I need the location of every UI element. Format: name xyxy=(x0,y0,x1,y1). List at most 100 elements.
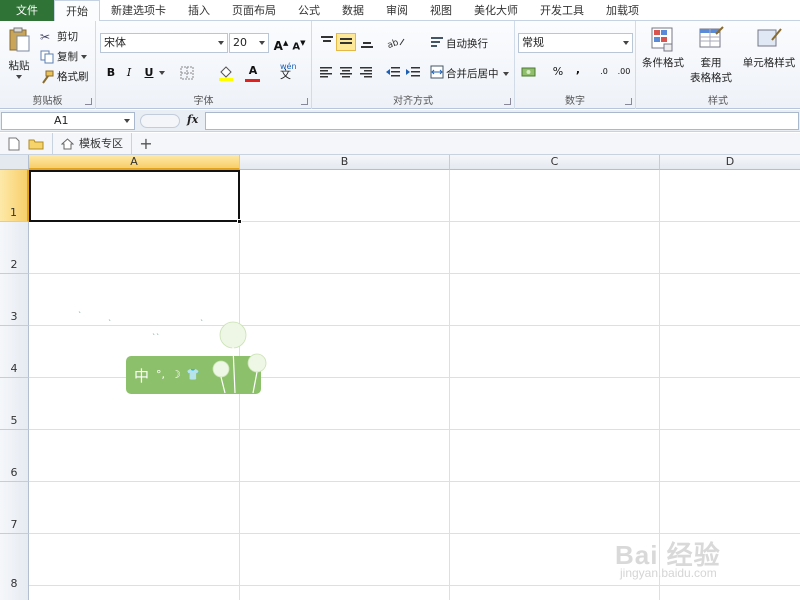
clipboard-launcher[interactable] xyxy=(85,98,92,105)
grid-line xyxy=(29,273,800,274)
copy-button[interactable]: 复制 xyxy=(40,49,87,64)
tab-data[interactable]: 数据 xyxy=(331,0,375,21)
paste-button[interactable]: 粘贴 xyxy=(6,27,32,81)
align-bottom-icon[interactable] xyxy=(360,37,374,49)
phonetic-button[interactable]: wén 文 xyxy=(280,63,297,81)
new-document-icon[interactable] xyxy=(8,137,20,151)
format-as-table-label-2: 表格格式 xyxy=(690,72,732,84)
tab-new[interactable]: 新建选项卡 xyxy=(100,0,177,21)
column-header-b[interactable]: B xyxy=(240,155,450,170)
comma-button[interactable]: , xyxy=(569,61,587,79)
increase-decimal-button[interactable]: .0 xyxy=(595,63,613,81)
cell-styles-label: 单元格样式 xyxy=(742,57,796,69)
row-number: 6 xyxy=(10,466,18,479)
font-color-swatch xyxy=(245,79,260,82)
orientation-icon[interactable]: ab xyxy=(386,35,406,49)
shrink-font-button[interactable]: A▼ xyxy=(290,34,308,52)
format-painter-button[interactable]: 格式刷 xyxy=(40,69,89,84)
tab-developer[interactable]: 开发工具 xyxy=(529,0,595,21)
grow-font-button[interactable]: A▲ xyxy=(272,34,290,53)
tab-page-layout[interactable]: 页面布局 xyxy=(221,0,287,21)
border-icon[interactable] xyxy=(180,66,194,80)
row-header-4[interactable]: 4 xyxy=(0,326,29,378)
add-sheet-button[interactable]: + xyxy=(135,133,157,155)
tab-insert[interactable]: 插入 xyxy=(177,0,221,21)
number-launcher[interactable] xyxy=(625,98,632,105)
align-middle-button[interactable] xyxy=(336,33,356,51)
sheet-tab-label: 模板专区 xyxy=(79,137,123,150)
column-header-d[interactable]: D xyxy=(660,155,800,170)
percent-button[interactable]: % xyxy=(549,63,567,81)
selected-cell-a1[interactable] xyxy=(29,170,242,224)
align-center-icon[interactable] xyxy=(340,66,353,78)
fill-handle[interactable] xyxy=(237,219,242,224)
tab-formulas[interactable]: 公式 xyxy=(287,0,331,21)
column-header-c[interactable]: C xyxy=(450,155,660,170)
format-as-table-label-1: 套用 xyxy=(700,57,722,69)
column-header-a[interactable]: A xyxy=(29,155,240,170)
svg-text:ab: ab xyxy=(386,38,400,49)
underline-dropdown-arrow[interactable] xyxy=(159,71,165,75)
fill-color-icon[interactable] xyxy=(218,64,234,82)
font-size-combo[interactable]: 20 xyxy=(229,33,269,53)
tab-home[interactable]: 开始 xyxy=(54,0,100,22)
ime-mode-toggle[interactable]: 中 xyxy=(134,365,149,386)
row-header-8[interactable]: 8 xyxy=(0,534,29,600)
merge-dropdown-arrow[interactable] xyxy=(502,71,509,76)
number-format-combo[interactable]: 常规 xyxy=(518,33,633,53)
formula-divider-handle[interactable] xyxy=(140,114,180,128)
row-header-7[interactable]: 7 xyxy=(0,482,29,534)
tab-beautify[interactable]: 美化大师 xyxy=(463,0,529,21)
alignment-group-label: 对齐方式 xyxy=(393,96,433,107)
ime-skin-button[interactable]: 👕 xyxy=(186,368,200,381)
format-as-table-button[interactable]: 套用 表格格式 xyxy=(687,26,735,85)
currency-icon[interactable] xyxy=(521,65,537,79)
decrease-decimal-button[interactable]: .00 xyxy=(615,63,633,81)
ime-halfwidth-toggle[interactable]: ☽ xyxy=(171,368,181,381)
tab-file[interactable]: 文件 xyxy=(0,0,54,21)
formula-input[interactable] xyxy=(205,112,799,130)
copy-dropdown-arrow[interactable] xyxy=(81,54,87,59)
tab-addins[interactable]: 加载项 xyxy=(595,0,650,21)
folder-icon[interactable] xyxy=(28,138,44,150)
row-header-2[interactable]: 2 xyxy=(0,222,29,274)
align-right-icon[interactable] xyxy=(360,66,373,78)
paste-dropdown-arrow[interactable] xyxy=(16,75,22,79)
align-top-icon[interactable] xyxy=(320,35,334,47)
font-launcher[interactable] xyxy=(301,98,308,105)
alignment-launcher[interactable] xyxy=(504,98,511,105)
increase-indent-icon[interactable] xyxy=(406,66,420,78)
format-painter-label: 格式刷 xyxy=(57,71,89,83)
merge-center-button[interactable]: 合并后居中 xyxy=(446,66,509,81)
ime-punctuation-toggle[interactable]: °, xyxy=(156,368,165,381)
italic-button[interactable]: I xyxy=(120,64,138,82)
row-header-5[interactable]: 5 xyxy=(0,378,29,430)
decrease-indent-icon[interactable] xyxy=(386,66,400,78)
row-header-1[interactable]: 1 xyxy=(0,170,29,222)
select-all-corner[interactable] xyxy=(0,155,29,170)
insert-function-button[interactable]: fx xyxy=(187,113,198,126)
row-header-6[interactable]: 6 xyxy=(0,430,29,482)
font-color-button[interactable]: A xyxy=(244,62,262,80)
align-left-icon[interactable] xyxy=(320,66,333,78)
tab-review[interactable]: 审阅 xyxy=(375,0,419,21)
tab-view[interactable]: 视图 xyxy=(419,0,463,21)
bold-button[interactable]: B xyxy=(102,64,120,82)
shrink-font-label: A xyxy=(292,41,301,53)
cut-button[interactable]: ✂ 剪切 xyxy=(40,29,78,44)
row-number: 2 xyxy=(10,258,18,271)
sheet-tab-template[interactable]: 模板专区 xyxy=(52,133,132,155)
font-name-combo[interactable]: 宋体 xyxy=(100,33,228,53)
font-group: 宋体 20 A▲ A▼ B I U A wén 文 字体 xyxy=(96,21,312,109)
merge-center-icon[interactable] xyxy=(430,65,444,79)
font-color-label: A xyxy=(248,64,258,77)
conditional-format-button[interactable]: 条件格式 xyxy=(640,26,686,70)
underline-button[interactable]: U xyxy=(140,64,158,82)
chevron-down-icon xyxy=(623,41,629,45)
wrap-text-icon[interactable] xyxy=(430,36,444,50)
wrap-text-button[interactable]: 自动换行 xyxy=(446,36,488,51)
name-box[interactable]: A1 xyxy=(1,112,135,130)
merge-center-label: 合并后居中 xyxy=(446,68,499,80)
row-header-3[interactable]: 3 xyxy=(0,274,29,326)
cell-styles-button[interactable]: 单元格样式 xyxy=(738,26,800,70)
